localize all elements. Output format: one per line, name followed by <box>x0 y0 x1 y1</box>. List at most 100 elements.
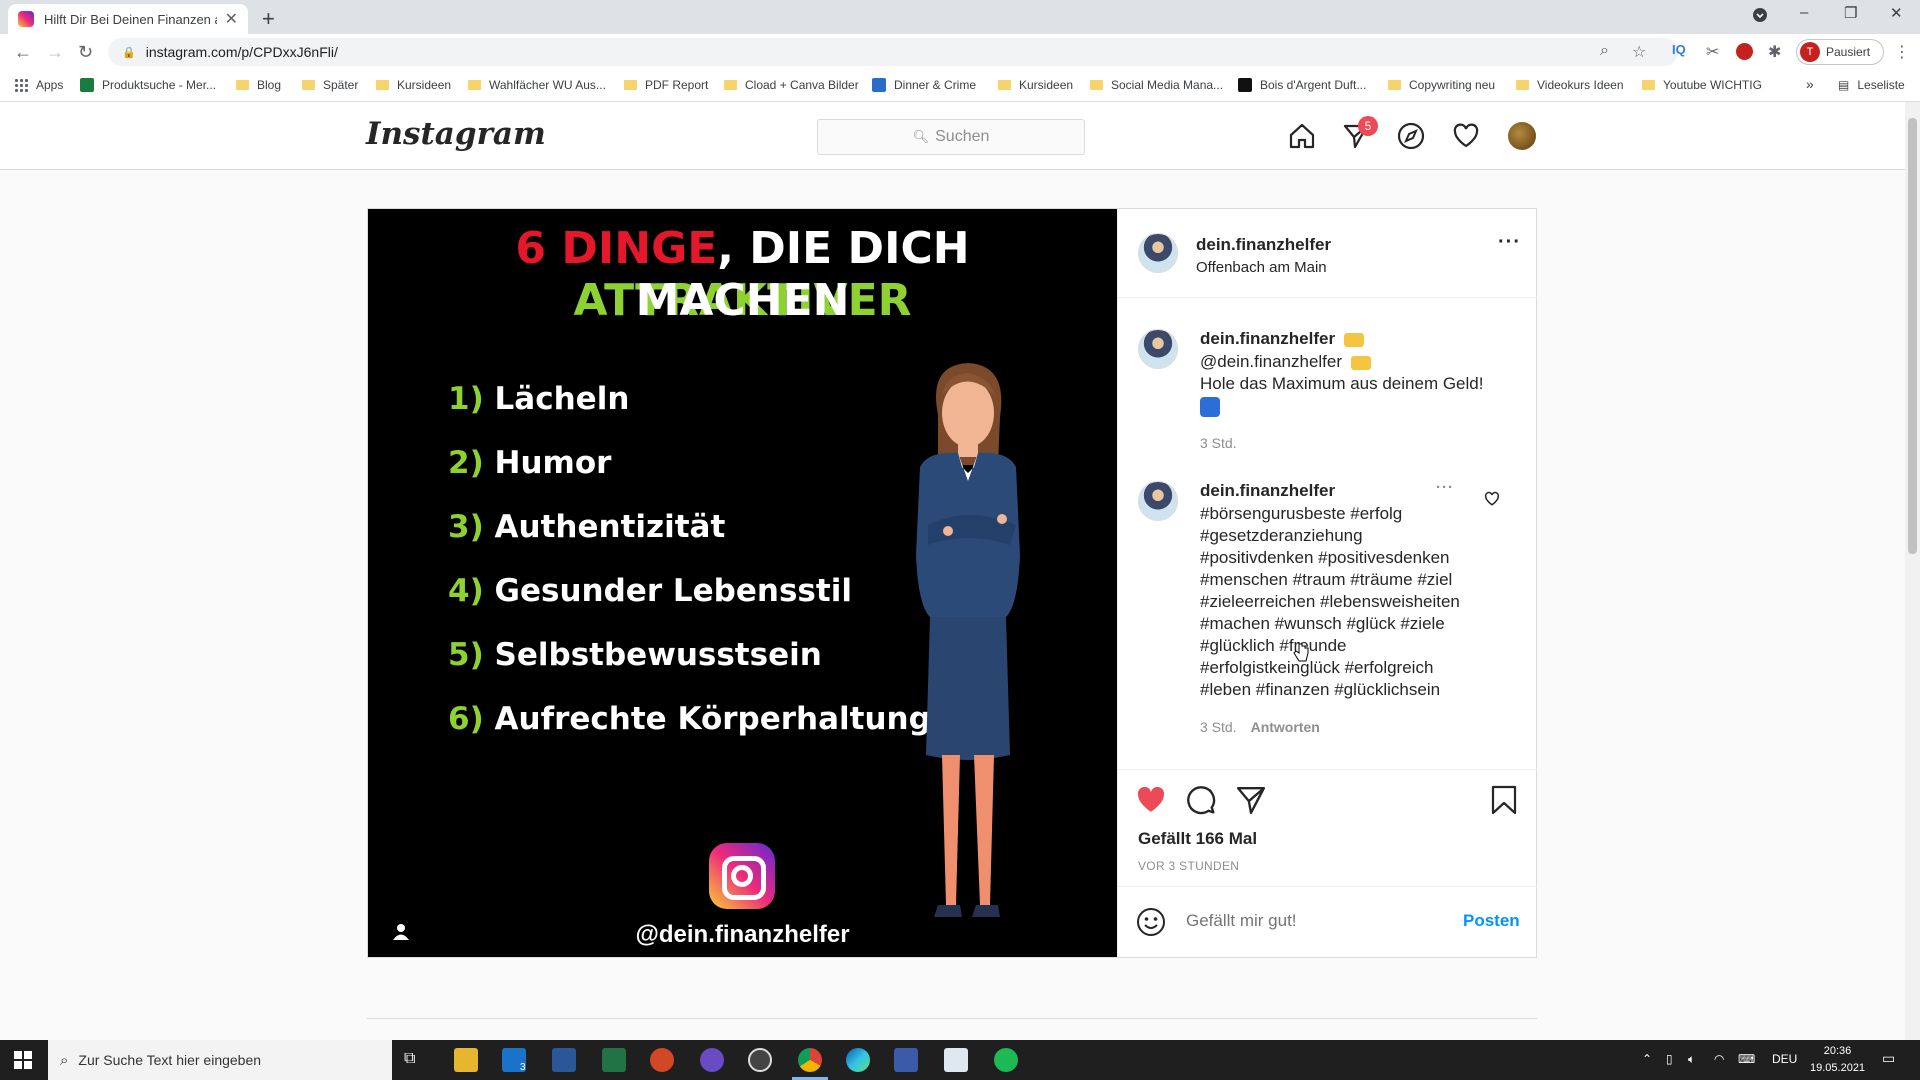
tagged-people-icon[interactable] <box>392 923 410 941</box>
comment-options-icon[interactable]: ··· <box>1436 479 1454 496</box>
comment-input[interactable] <box>1186 911 1446 931</box>
bookmark-item[interactable]: Copywriting neu <box>1388 78 1495 92</box>
save-bookmark-icon[interactable] <box>1490 785 1518 815</box>
obs-icon[interactable] <box>748 1048 772 1072</box>
comment-username[interactable]: dein.finanzhelfer <box>1200 481 1335 501</box>
emoji-smiley-icon[interactable] <box>1136 907 1166 937</box>
extensions-puzzle-icon[interactable]: ✱ <box>1768 42 1781 62</box>
zoom-icon[interactable]: ⌕ <box>1600 42 1609 60</box>
bookmark-item[interactable]: Kursideen <box>376 78 451 92</box>
reply-link[interactable]: Antworten <box>1251 719 1320 735</box>
reading-list[interactable]: ▤ Leseliste <box>1838 78 1905 92</box>
spotify-icon[interactable] <box>994 1048 1018 1072</box>
notepad-icon[interactable] <box>944 1048 968 1072</box>
edge-icon[interactable] <box>846 1048 870 1072</box>
chrome-icon[interactable] <box>798 1048 822 1072</box>
post-image[interactable]: 6 DINGE, DIE DICH ATTRAKTIVER MACHEN 1) … <box>368 209 1117 957</box>
folder-icon <box>624 80 637 90</box>
comment-hashtags-line[interactable]: #leben #finanzen #glücklichsein <box>1200 679 1440 701</box>
task-view-icon[interactable]: ⧉ <box>404 1050 428 1074</box>
comment-hashtags-line[interactable]: #machen #wunsch #glück #ziele <box>1200 613 1445 635</box>
extension-icon[interactable]: ✂ <box>1706 42 1719 62</box>
forward-icon[interactable]: → <box>46 42 64 63</box>
tab-close-icon[interactable]: ✕ <box>225 9 238 29</box>
file-explorer-icon[interactable] <box>454 1048 478 1072</box>
instagram-logo[interactable]: Instagram <box>366 116 546 152</box>
excel-icon[interactable] <box>602 1048 626 1072</box>
home-icon[interactable] <box>1288 122 1316 150</box>
browser-address-bar: ← → ↻ 🔒 instagram.com/p/CPDxxJ6nFli/ ⌕ ☆… <box>0 34 1920 70</box>
bookmark-star-icon[interactable]: ☆ <box>1632 42 1646 62</box>
profile-button[interactable]: T Pausiert <box>1796 39 1884 65</box>
restore-icon[interactable]: ❐ <box>1844 4 1857 22</box>
bookmark-item[interactable]: Kursideen <box>998 78 1073 92</box>
language-indicator[interactable]: DEU <box>1772 1052 1797 1066</box>
clock-date: 19.05.2021 <box>1810 1062 1866 1074</box>
comment-hashtags-line[interactable]: #menschen #traum #träume #ziel <box>1200 569 1452 591</box>
explore-compass-icon[interactable] <box>1397 122 1425 150</box>
url-bar[interactable]: 🔒 instagram.com/p/CPDxxJ6nFli/ <box>108 38 1678 66</box>
post-options-icon[interactable]: ··· <box>1498 231 1521 254</box>
bookmark-item[interactable]: Social Media Mana... <box>1090 78 1223 92</box>
close-window-icon[interactable]: ✕ <box>1890 4 1903 22</box>
bookmark-item[interactable]: PDF Report <box>624 78 708 92</box>
reload-icon[interactable]: ↻ <box>78 42 93 63</box>
browser-menu-icon[interactable]: ⋮ <box>1894 42 1910 62</box>
volume-icon[interactable]: 🔈︎ <box>1688 1052 1695 1067</box>
caption-avatar[interactable] <box>1138 329 1178 369</box>
browser-tab-active[interactable]: Hilft Dir Bei Deinen Finanzen auf ✕ <box>8 4 248 34</box>
bookmark-item[interactable]: Youtube WICHTIG <box>1642 78 1762 92</box>
comment-hashtags-line[interactable]: #glücklich #freunde <box>1200 635 1346 657</box>
comment-hashtags-line[interactable]: #gesetzderanziehung <box>1200 525 1363 547</box>
url-text: instagram.com/p/CPDxxJ6nFli/ <box>145 44 338 60</box>
bookmark-item[interactable]: Wahlfächer WU Aus... <box>468 78 606 92</box>
bookmark-item[interactable]: Bois d'Argent Duft... <box>1238 78 1366 92</box>
network-icon[interactable]: ◠ <box>1714 1052 1724 1066</box>
author-avatar[interactable] <box>1138 233 1178 273</box>
post-header: dein.finanzhelfer Offenbach am Main ··· <box>1118 209 1537 298</box>
windows-start-icon[interactable] <box>14 1051 32 1069</box>
app-icon[interactable] <box>700 1048 724 1072</box>
activity-heart-icon[interactable] <box>1452 122 1480 150</box>
keyboard-icon[interactable]: ⌨ <box>1738 1052 1755 1066</box>
tray-chevron-icon[interactable]: ⌃ <box>1642 1052 1652 1066</box>
post-location[interactable]: Offenbach am Main <box>1196 259 1327 276</box>
likes-count[interactable]: Gefällt 166 Mal <box>1138 829 1257 849</box>
comment-icon[interactable] <box>1186 785 1216 815</box>
back-icon[interactable]: ← <box>14 42 32 63</box>
comment-hashtags-line[interactable]: #börsengurusbeste #erfolg <box>1200 503 1402 525</box>
bookmark-item[interactable]: Videokurs Ideen <box>1516 78 1624 92</box>
profile-avatar-nav[interactable] <box>1508 122 1536 150</box>
bookmark-item[interactable]: Produktsuche - Mer... <box>80 78 216 92</box>
taskbar-search[interactable]: ⌕ Zur Suche Text hier eingeben <box>48 1040 392 1080</box>
adblock-icon[interactable] <box>1736 43 1753 60</box>
app-icon[interactable] <box>894 1048 918 1072</box>
notifications-icon[interactable]: ▭ <box>1882 1050 1895 1067</box>
minimize-icon[interactable]: – <box>1800 4 1808 21</box>
post-comment-button[interactable]: Posten <box>1463 911 1520 931</box>
more-bookmarks-icon[interactable]: » <box>1806 76 1814 92</box>
comment-hashtags-line[interactable]: #zieleerreichen #lebensweisheiten <box>1200 591 1460 613</box>
powerpoint-icon[interactable] <box>650 1048 674 1072</box>
bookmark-item[interactable]: Dinner & Crime <box>872 78 976 92</box>
comment-hashtags-line[interactable]: #erfolgistkeinglück #erfolgreich <box>1200 657 1433 679</box>
tab-search-icon[interactable] <box>1752 7 1768 27</box>
bookmark-item[interactable]: Cload + Canva Bilder <box>724 78 859 92</box>
bookmark-apps[interactable]: Apps <box>14 78 63 92</box>
bookmark-item[interactable]: Blog <box>236 78 281 92</box>
comment-avatar[interactable] <box>1138 481 1178 521</box>
like-heart-icon[interactable] <box>1136 785 1166 815</box>
tray-device-icon[interactable]: ▯ <box>1666 1052 1673 1066</box>
search-box[interactable]: 🔍︎ Suchen <box>817 119 1085 155</box>
comment-like-heart-icon[interactable] <box>1484 491 1500 507</box>
page-scrollbar[interactable] <box>1905 102 1920 1040</box>
new-tab-icon[interactable]: + <box>262 6 275 32</box>
bookmark-item[interactable]: Später <box>302 78 358 92</box>
scrollbar-thumb[interactable] <box>1908 118 1917 554</box>
word-icon[interactable] <box>552 1048 576 1072</box>
iq-extension-icon[interactable]: IQ <box>1672 42 1686 57</box>
author-username[interactable]: dein.finanzhelfer <box>1196 235 1331 255</box>
comment-hashtags-line[interactable]: #positivdenken #positivesdenken <box>1200 547 1450 569</box>
share-icon[interactable] <box>1236 785 1266 815</box>
system-clock[interactable]: 20:36 19.05.2021 <box>1810 1043 1865 1077</box>
